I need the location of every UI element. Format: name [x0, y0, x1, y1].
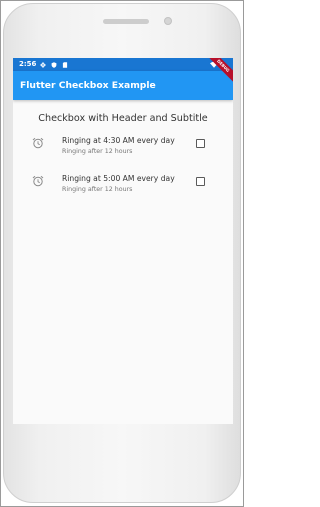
app-title: Flutter Checkbox Example — [20, 80, 156, 91]
app-bar: Flutter Checkbox Example — [13, 71, 233, 100]
tile-subtitle: Ringing after 12 hours — [62, 186, 133, 193]
screenshot-frame: 2:56 Flutter Checkbox Example DEBUG Chec… — [0, 0, 244, 507]
checkbox-list-tile[interactable]: Ringing at 4:30 AM every day Ringing aft… — [13, 135, 233, 163]
alarm-icon — [32, 175, 44, 187]
status-time: 2:56 — [19, 60, 37, 68]
status-bar: 2:56 — [13, 58, 233, 71]
page-header: Checkbox with Header and Subtitle — [38, 113, 208, 124]
shield-icon — [51, 61, 57, 68]
front-camera — [164, 17, 172, 25]
sd-card-icon — [62, 61, 68, 68]
tile-title: Ringing at 5:00 AM every day — [62, 174, 175, 183]
checkbox[interactable] — [196, 139, 205, 148]
tile-subtitle: Ringing after 12 hours — [62, 148, 133, 155]
speaker-grille — [103, 19, 149, 24]
checkbox-list-tile[interactable]: Ringing at 5:00 AM every day Ringing aft… — [13, 173, 233, 201]
tile-title: Ringing at 4:30 AM every day — [62, 136, 175, 145]
gear-icon — [40, 61, 46, 68]
alarm-icon — [32, 137, 44, 149]
device-screen: 2:56 Flutter Checkbox Example DEBUG Chec… — [13, 58, 233, 424]
status-notification-icons — [40, 61, 68, 68]
checkbox[interactable] — [196, 177, 205, 186]
